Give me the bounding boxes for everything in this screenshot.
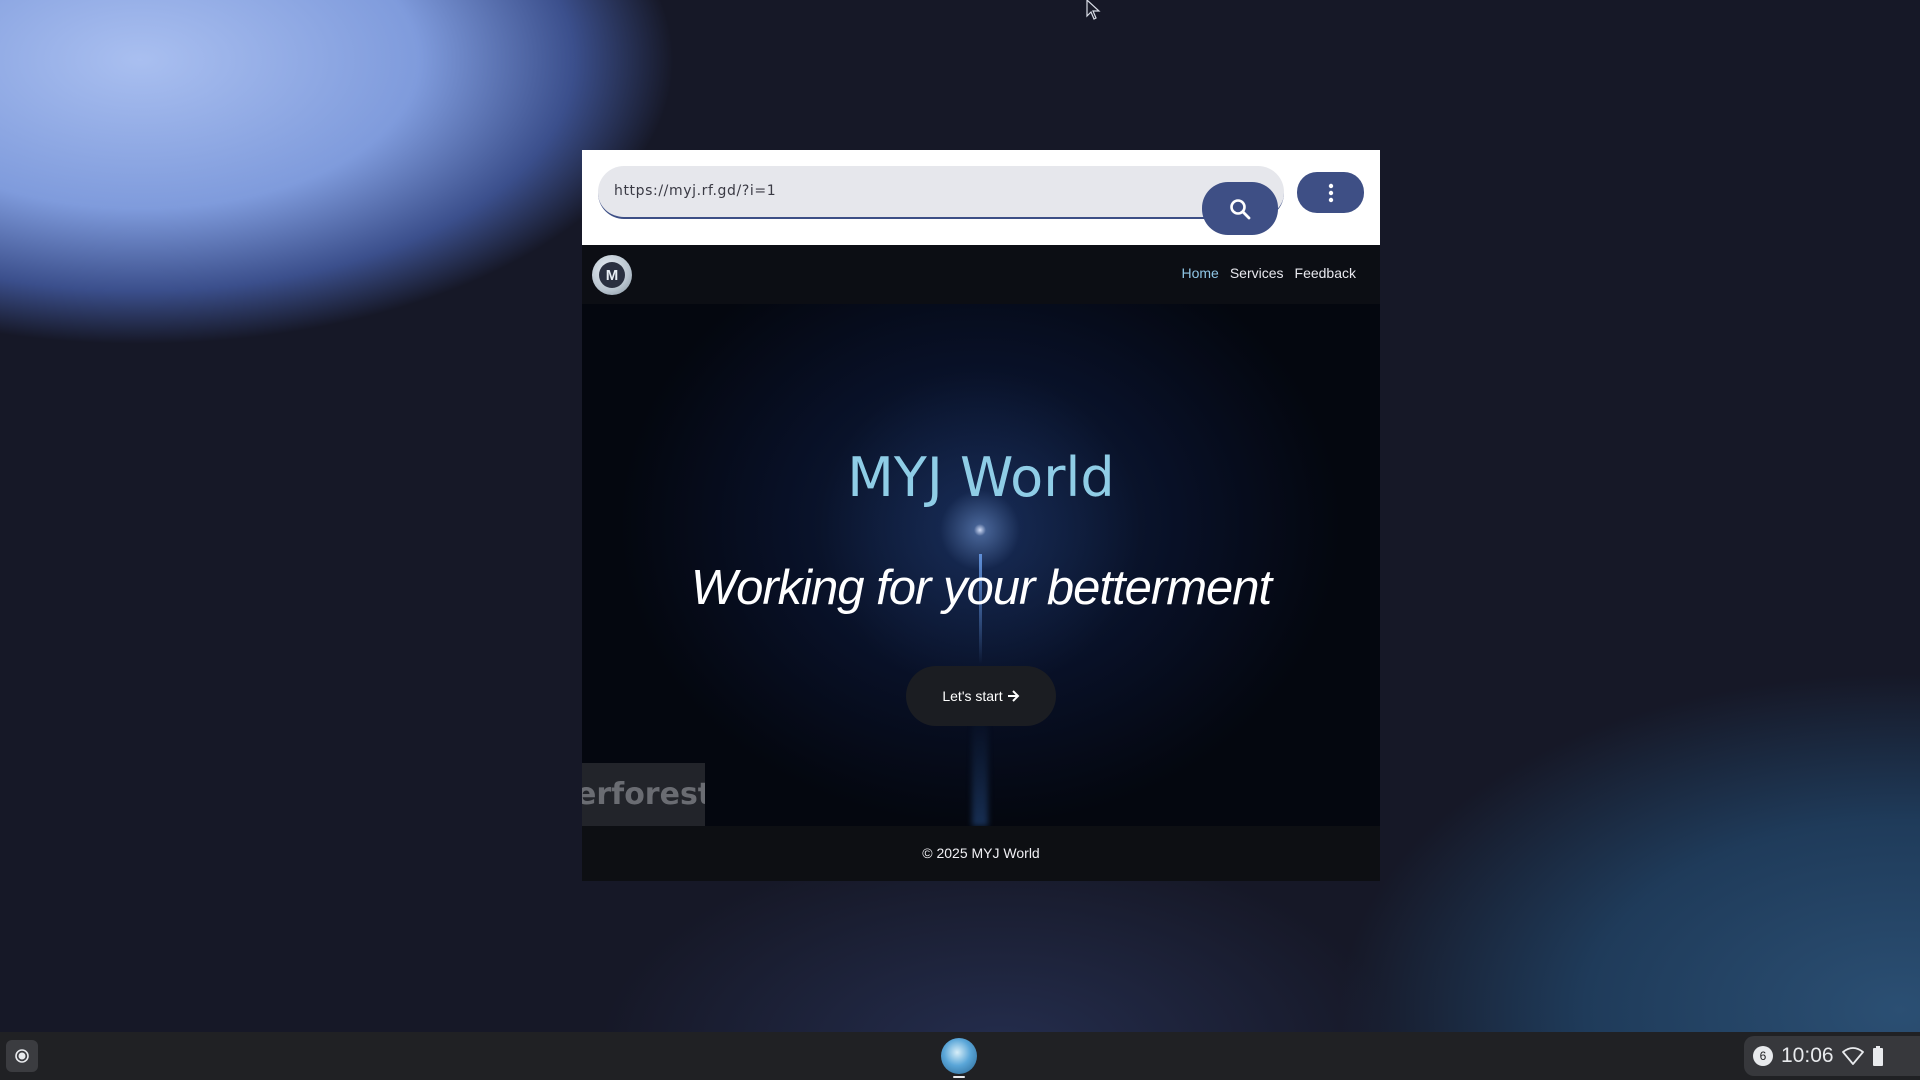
search-button[interactable]	[1202, 182, 1278, 235]
address-bar[interactable]: https://myj.rf.gd/?i=1	[598, 166, 1284, 235]
nav-link-home[interactable]: Home	[1181, 265, 1218, 281]
address-bar-text[interactable]: https://myj.rf.gd/?i=1	[614, 183, 776, 199]
site-footer: © 2025 MYJ World	[582, 826, 1380, 881]
hero-title: MYJ World	[847, 446, 1115, 509]
more-vert-icon	[1328, 183, 1333, 202]
nav-link-feedback[interactable]: Feedback	[1295, 265, 1356, 281]
hosting-watermark[interactable]: erforest	[582, 763, 705, 826]
site-logo[interactable]: M	[592, 255, 632, 295]
mouse-cursor-icon	[1086, 0, 1101, 20]
hero-light-glow	[972, 714, 988, 826]
lets-start-button[interactable]: Let's start	[906, 666, 1056, 726]
search-icon	[1230, 198, 1251, 219]
browser-window: https://myj.rf.gd/?i=1 M Home Services F…	[582, 150, 1380, 881]
status-tray[interactable]: 6 10:06	[1744, 1036, 1920, 1076]
browser-app-icon[interactable]	[941, 1038, 977, 1074]
wifi-icon	[1841, 1047, 1864, 1065]
site-navbar: M Home Services Feedback	[582, 245, 1380, 304]
hero-section: MYJ World Working for your betterment Le…	[582, 304, 1380, 826]
notification-badge[interactable]: 6	[1753, 1046, 1773, 1066]
footer-copyright: © 2025 MYJ World	[922, 845, 1040, 861]
launcher-button[interactable]	[6, 1040, 38, 1072]
os-shelf: 6 10:06	[0, 1032, 1920, 1080]
hero-subtitle: Working for your betterment	[690, 561, 1272, 615]
app-running-indicator	[953, 1076, 965, 1078]
lets-start-label: Let's start	[942, 688, 1003, 704]
watermark-text: erforest	[582, 777, 705, 812]
arrow-right-icon	[1007, 690, 1020, 702]
site-logo-letter: M	[599, 262, 625, 288]
battery-icon	[1872, 1046, 1883, 1066]
nav-links: Home Services Feedback	[1181, 265, 1356, 281]
nav-link-services[interactable]: Services	[1230, 265, 1284, 281]
clock: 10:06	[1781, 1044, 1834, 1067]
launcher-icon	[15, 1049, 29, 1063]
browser-menu-button[interactable]	[1297, 172, 1364, 213]
browser-toolbar: https://myj.rf.gd/?i=1	[582, 150, 1380, 245]
